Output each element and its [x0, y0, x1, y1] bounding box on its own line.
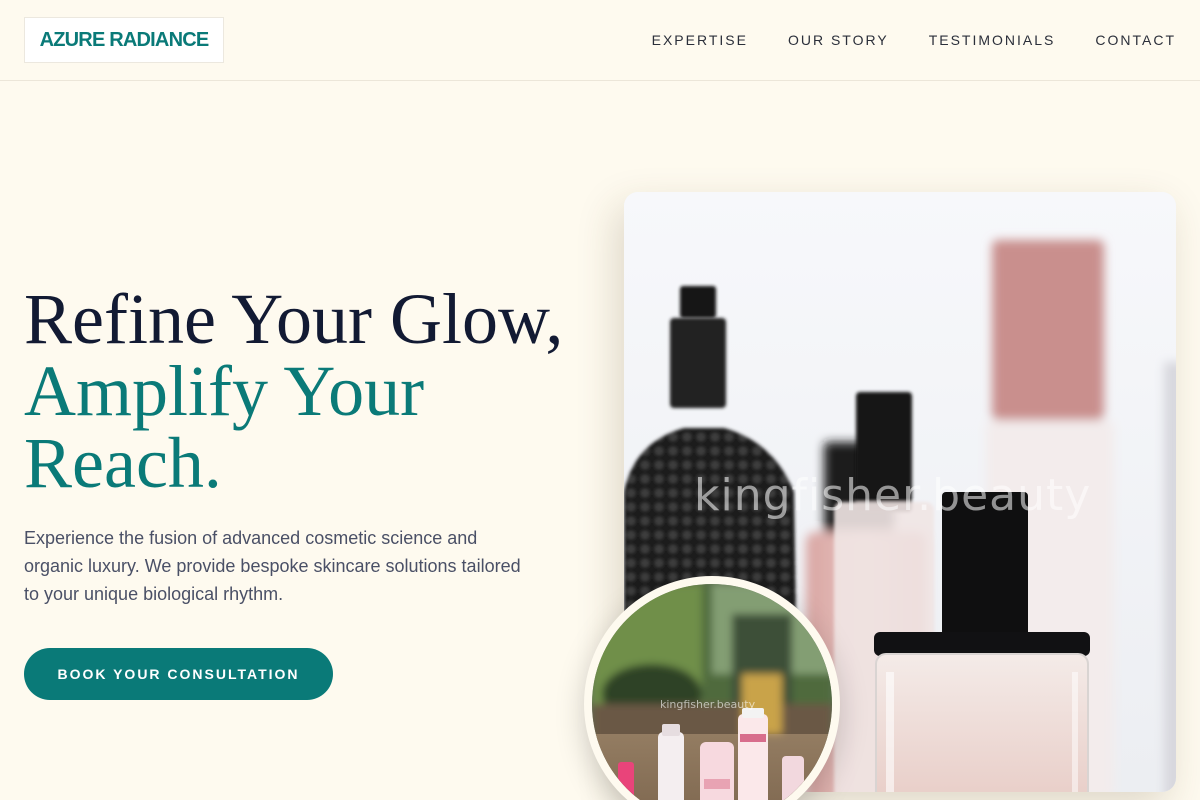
logo[interactable]: AZURE RADIANCE [24, 17, 224, 63]
skincare-products-illustration [592, 584, 832, 800]
hero-title-line1: Refine Your Glow, [24, 279, 564, 359]
inset-image-frame: kingfisher.beauty [592, 584, 832, 800]
main-nav: EXPERTISE OUR STORY TESTIMONIALS CONTACT [652, 30, 1176, 50]
image-watermark: kingfisher.beauty [694, 470, 1092, 521]
nav-link-our-story[interactable]: OUR STORY [788, 30, 889, 50]
nav-link-expertise[interactable]: EXPERTISE [652, 30, 748, 50]
nav-link-testimonials[interactable]: TESTIMONIALS [929, 30, 1056, 50]
hero-title: Refine Your Glow, Amplify Your Reach. [24, 283, 604, 499]
hero-description: Experience the fusion of advanced cosmet… [24, 528, 521, 604]
inset-watermark: kingfisher.beauty [660, 698, 756, 711]
book-consultation-button[interactable]: BOOK YOUR CONSULTATION [24, 648, 333, 700]
nav-link-contact[interactable]: CONTACT [1095, 30, 1176, 50]
hero-title-line2: Amplify Your Reach. [24, 351, 425, 503]
site-header: AZURE RADIANCE EXPERTISE OUR STORY TESTI… [0, 0, 1200, 81]
